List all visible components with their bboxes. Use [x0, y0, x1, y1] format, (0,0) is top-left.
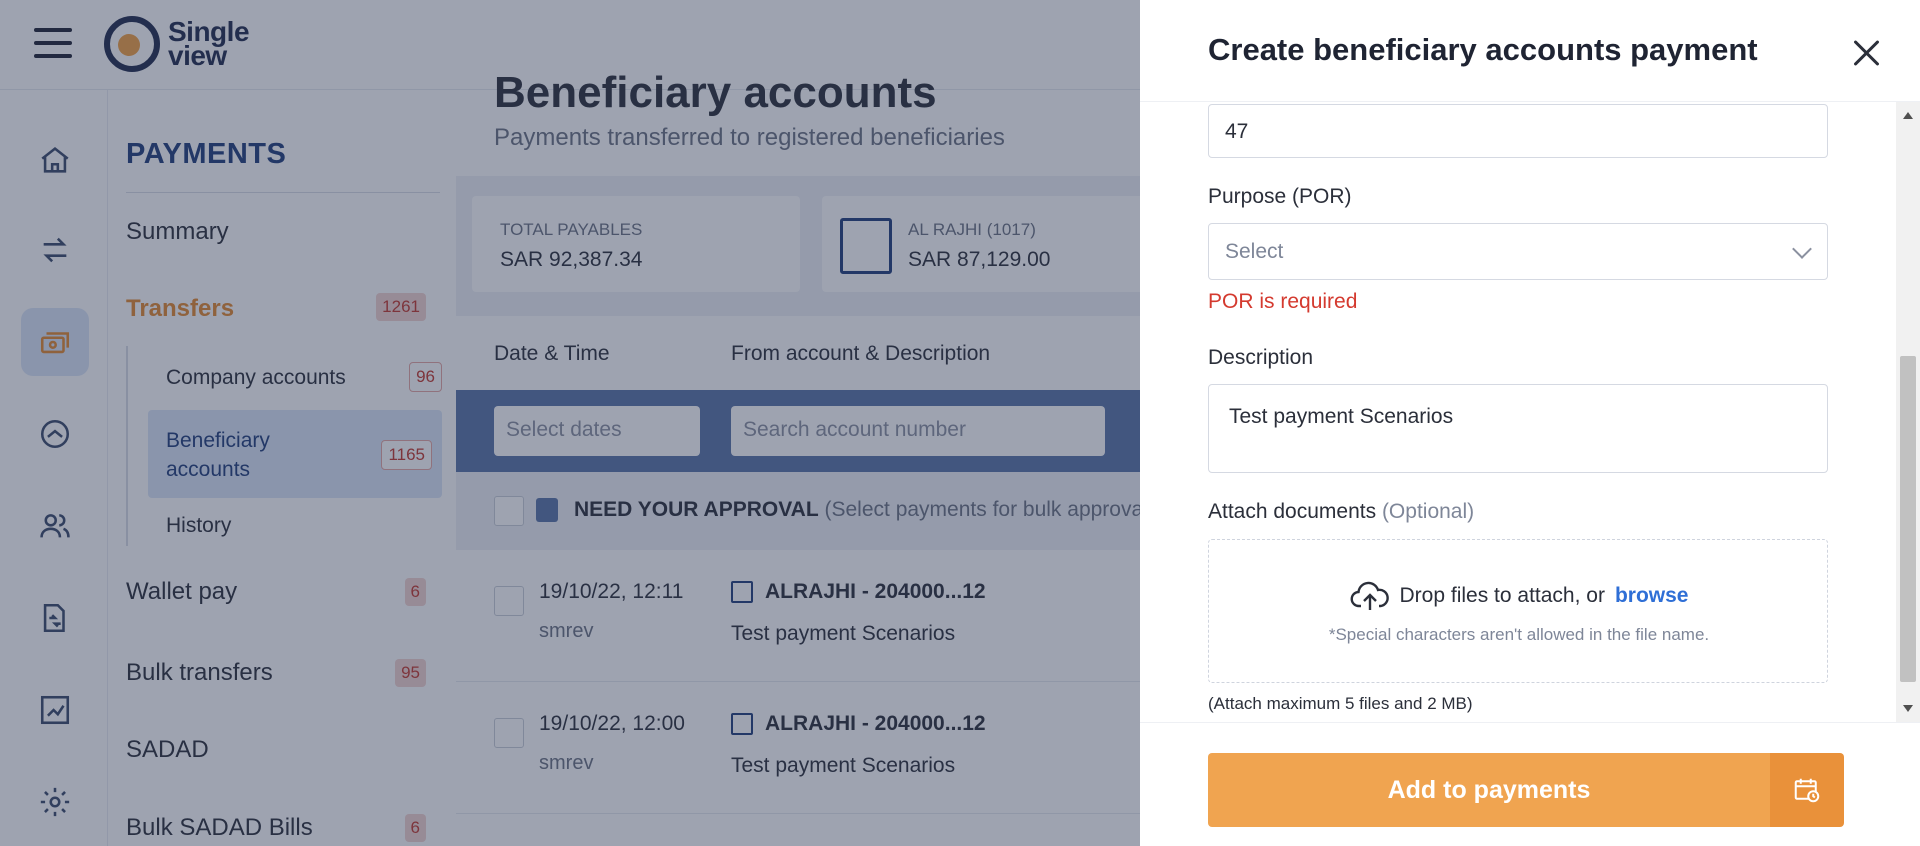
drawer-header: Create beneficiary accounts payment	[1140, 0, 1920, 102]
drawer-title: Create beneficiary accounts payment	[1208, 32, 1758, 67]
scroll-up-arrow-icon[interactable]	[1903, 112, 1913, 119]
attach-label: Attach documents (Optional)	[1208, 500, 1475, 523]
description-label: Description	[1208, 346, 1314, 369]
filename-note: *Special characters aren't allowed in th…	[1328, 625, 1710, 644]
scroll-down-arrow-icon[interactable]	[1903, 705, 1913, 712]
add-to-payments-button[interactable]: Add to payments	[1208, 753, 1770, 827]
file-dropzone[interactable]: Drop files to attach, or browse *Special…	[1208, 539, 1828, 683]
scroll-thumb[interactable]	[1900, 356, 1916, 682]
close-icon[interactable]	[1852, 38, 1882, 68]
calendar-icon	[1794, 778, 1820, 803]
purpose-error: POR is required	[1208, 290, 1358, 313]
drawer-footer: Add to payments	[1140, 722, 1920, 846]
browse-link[interactable]: browse	[1615, 584, 1689, 608]
modal-backdrop[interactable]	[0, 0, 1140, 846]
schedule-button[interactable]	[1770, 753, 1844, 827]
chevron-down-icon	[1792, 239, 1812, 259]
purpose-select-value: Select	[1225, 240, 1284, 263]
dropzone-prompt: Drop files to attach, or browse	[1209, 580, 1829, 612]
purpose-label: Purpose (POR)	[1208, 185, 1352, 208]
attach-limit-note: (Attach maximum 5 files and 2 MB)	[1208, 694, 1473, 713]
create-payment-drawer: Create beneficiary accounts payment 47 P…	[1140, 0, 1920, 846]
amount-field[interactable]: 47	[1208, 104, 1828, 158]
description-textarea[interactable]: Test payment Scenarios	[1208, 384, 1828, 473]
drawer-scrollbar[interactable]	[1896, 102, 1920, 722]
upload-cloud-icon	[1350, 581, 1389, 610]
purpose-select[interactable]: Select	[1208, 223, 1828, 280]
